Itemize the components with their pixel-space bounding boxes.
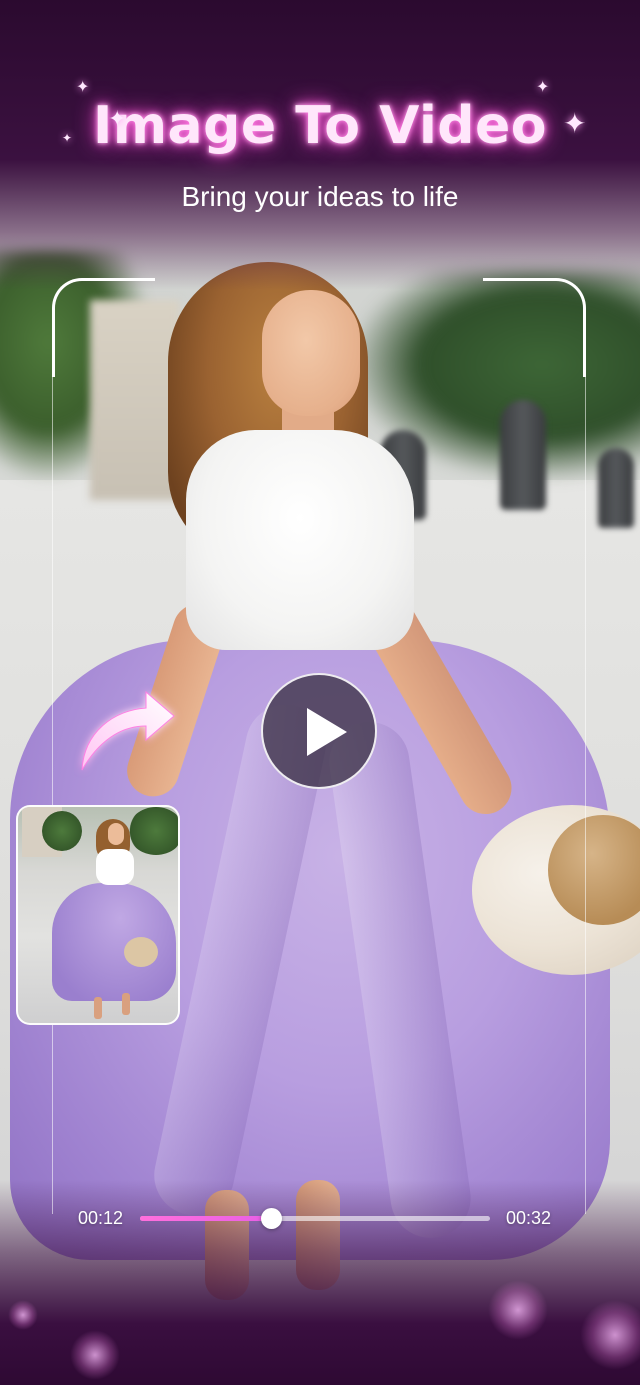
thumb-tree [42, 811, 82, 851]
current-time: 00:12 [78, 1208, 124, 1228]
bollard [598, 448, 634, 528]
bokeh-light [70, 1330, 120, 1380]
thumb-tree [128, 807, 178, 855]
source-image-thumbnail[interactable] [16, 805, 180, 1025]
thumb-face [108, 823, 124, 845]
thumb-leg [94, 997, 102, 1019]
sparkle-icon: ✦ [62, 131, 73, 145]
thumb-leg [122, 993, 130, 1015]
frame-edge [52, 374, 53, 1214]
sparkle-icon: ✦ [563, 108, 587, 139]
play-button[interactable] [261, 673, 377, 789]
curved-arrow-icon [81, 690, 175, 771]
bokeh-light [8, 1300, 38, 1330]
sparkle-icon: ✦ [76, 79, 90, 96]
progress-fill [140, 1216, 272, 1221]
frame-corner [483, 278, 586, 377]
progress-bar[interactable] [140, 1208, 490, 1229]
frame-corner [52, 278, 155, 377]
thumb-hat [124, 937, 158, 967]
bokeh-light [488, 1280, 548, 1340]
thumb-skirt [52, 883, 176, 1001]
page-title: Image To Video [93, 96, 547, 156]
total-time: 00:32 [506, 1208, 552, 1228]
play-icon [307, 708, 347, 756]
sparkle-icon: ✦ [536, 79, 550, 96]
thumb-blouse [96, 849, 134, 885]
frame-edge [585, 374, 586, 1214]
sparkle-icon: ✦ [108, 106, 127, 131]
page-subtitle: Bring your ideas to life [181, 181, 459, 212]
